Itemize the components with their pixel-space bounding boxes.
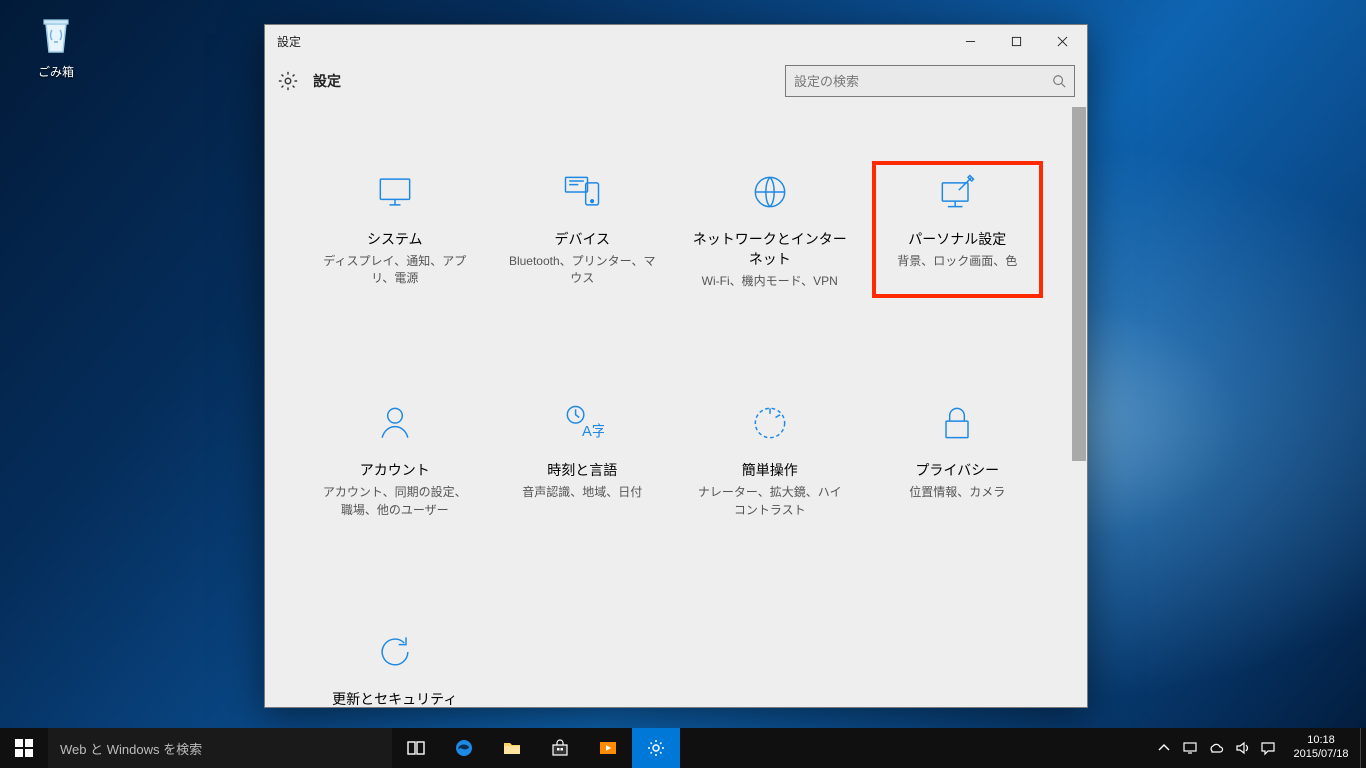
clock-time: 10:18 [1282, 734, 1360, 748]
tile-network[interactable]: ネットワークとインターネット Wi-Fi、機内モード、VPN [686, 163, 854, 296]
system-icon [313, 169, 477, 215]
personalization-icon [876, 169, 1040, 215]
start-button[interactable] [0, 728, 48, 768]
tile-label: プライバシー [876, 460, 1040, 480]
taskbar-search-placeholder: Web と Windows を検索 [60, 739, 202, 758]
tile-label: システム [313, 229, 477, 249]
window-title: 設定 [277, 33, 947, 50]
taskbar-spacer [680, 728, 1150, 768]
media-icon [598, 738, 618, 758]
system-tray[interactable] [1150, 728, 1282, 768]
minimize-button[interactable] [947, 25, 993, 57]
time-language-icon: A字 [501, 400, 665, 446]
tile-label: 更新とセキュリティ [313, 689, 477, 707]
update-icon [313, 629, 477, 675]
clock-date: 2015/07/18 [1282, 748, 1360, 762]
file-explorer-button[interactable] [488, 728, 536, 768]
show-desktop-button[interactable] [1360, 728, 1366, 768]
tile-desc: ナレーター、拡大鏡、ハイコントラスト [688, 484, 852, 519]
tile-desc: アカウント、同期の設定、職場、他のユーザー [313, 484, 477, 519]
tile-label: アカウント [313, 460, 477, 480]
task-view-icon [406, 738, 426, 758]
titlebar[interactable]: 設定 [265, 25, 1087, 57]
maximize-icon [1011, 36, 1022, 47]
network-tray-icon[interactable] [1182, 740, 1198, 756]
tile-desc: Bluetooth、プリンター、マウス [501, 253, 665, 288]
recycle-bin-label: ごみ箱 [18, 63, 94, 80]
settings-window: 設定 設定 [264, 24, 1088, 708]
lock-icon [876, 400, 1040, 446]
store-button[interactable] [536, 728, 584, 768]
tile-personalization[interactable]: パーソナル設定 背景、ロック画面、色 [874, 163, 1042, 296]
taskbar-clock[interactable]: 10:18 2015/07/18 [1282, 728, 1360, 768]
tile-desc: ディスプレイ、通知、アプリ、電源 [313, 253, 477, 288]
tile-desc: 位置情報、カメラ [876, 484, 1040, 501]
tile-devices[interactable]: デバイス Bluetooth、プリンター、マウス [499, 163, 667, 296]
search-input[interactable] [794, 74, 1052, 89]
page-heading: 設定 [313, 71, 785, 91]
globe-icon [688, 169, 852, 215]
close-button[interactable] [1039, 25, 1085, 57]
tray-chevron-up-icon[interactable] [1156, 740, 1172, 756]
accounts-icon [313, 400, 477, 446]
volume-tray-icon[interactable] [1234, 740, 1250, 756]
tile-label: ネットワークとインターネット [688, 229, 852, 269]
windows-icon [14, 738, 34, 758]
taskbar-search[interactable]: Web と Windows を検索 [48, 728, 392, 768]
close-icon [1057, 36, 1068, 47]
tile-desc: 背景、ロック画面、色 [876, 253, 1040, 270]
taskbar-apps [392, 728, 680, 768]
tile-ease-of-access[interactable]: 簡単操作 ナレーター、拡大鏡、ハイコントラスト [686, 394, 854, 525]
tile-label: デバイス [501, 229, 665, 249]
search-icon [1052, 74, 1066, 88]
recycle-bin-icon [32, 10, 80, 58]
tile-desc: 音声認識、地域、日付 [501, 484, 665, 501]
settings-taskbar-button[interactable] [632, 728, 680, 768]
tile-time-language[interactable]: A字 時刻と言語 音声認識、地域、日付 [499, 394, 667, 525]
header-row: 設定 [265, 57, 1087, 105]
taskbar: Web と Windows を検索 [0, 728, 1366, 768]
scrollbar-thumb[interactable] [1072, 107, 1086, 461]
ease-of-access-icon [688, 400, 852, 446]
tile-label: 簡単操作 [688, 460, 852, 480]
recycle-bin[interactable]: ごみ箱 [18, 10, 94, 80]
svg-text:A字: A字 [582, 423, 604, 440]
edge-icon [454, 738, 474, 758]
tile-label: パーソナル設定 [876, 229, 1040, 249]
media-button[interactable] [584, 728, 632, 768]
minimize-icon [965, 36, 976, 47]
desktop: ごみ箱 設定 設定 [0, 0, 1366, 768]
gear-icon [646, 738, 666, 758]
gear-icon [277, 70, 299, 92]
settings-grid: システム ディスプレイ、通知、アプリ、電源 デバイス Bluetooth、プリン… [265, 105, 1087, 707]
devices-icon [501, 169, 665, 215]
maximize-button[interactable] [993, 25, 1039, 57]
tile-system[interactable]: システム ディスプレイ、通知、アプリ、電源 [311, 163, 479, 296]
search-box[interactable] [785, 65, 1075, 97]
tile-update-security[interactable]: 更新とセキュリティ Windows Update、回復 [311, 623, 479, 707]
tile-privacy[interactable]: プライバシー 位置情報、カメラ [874, 394, 1042, 525]
content-area: システム ディスプレイ、通知、アプリ、電源 デバイス Bluetooth、プリン… [265, 105, 1087, 707]
action-center-tray-icon[interactable] [1260, 740, 1276, 756]
folder-icon [502, 738, 522, 758]
tile-label: 時刻と言語 [501, 460, 665, 480]
onedrive-tray-icon[interactable] [1208, 740, 1224, 756]
task-view-button[interactable] [392, 728, 440, 768]
tile-desc: Wi-Fi、機内モード、VPN [688, 273, 852, 290]
edge-button[interactable] [440, 728, 488, 768]
tile-accounts[interactable]: アカウント アカウント、同期の設定、職場、他のユーザー [311, 394, 479, 525]
store-icon [550, 738, 570, 758]
